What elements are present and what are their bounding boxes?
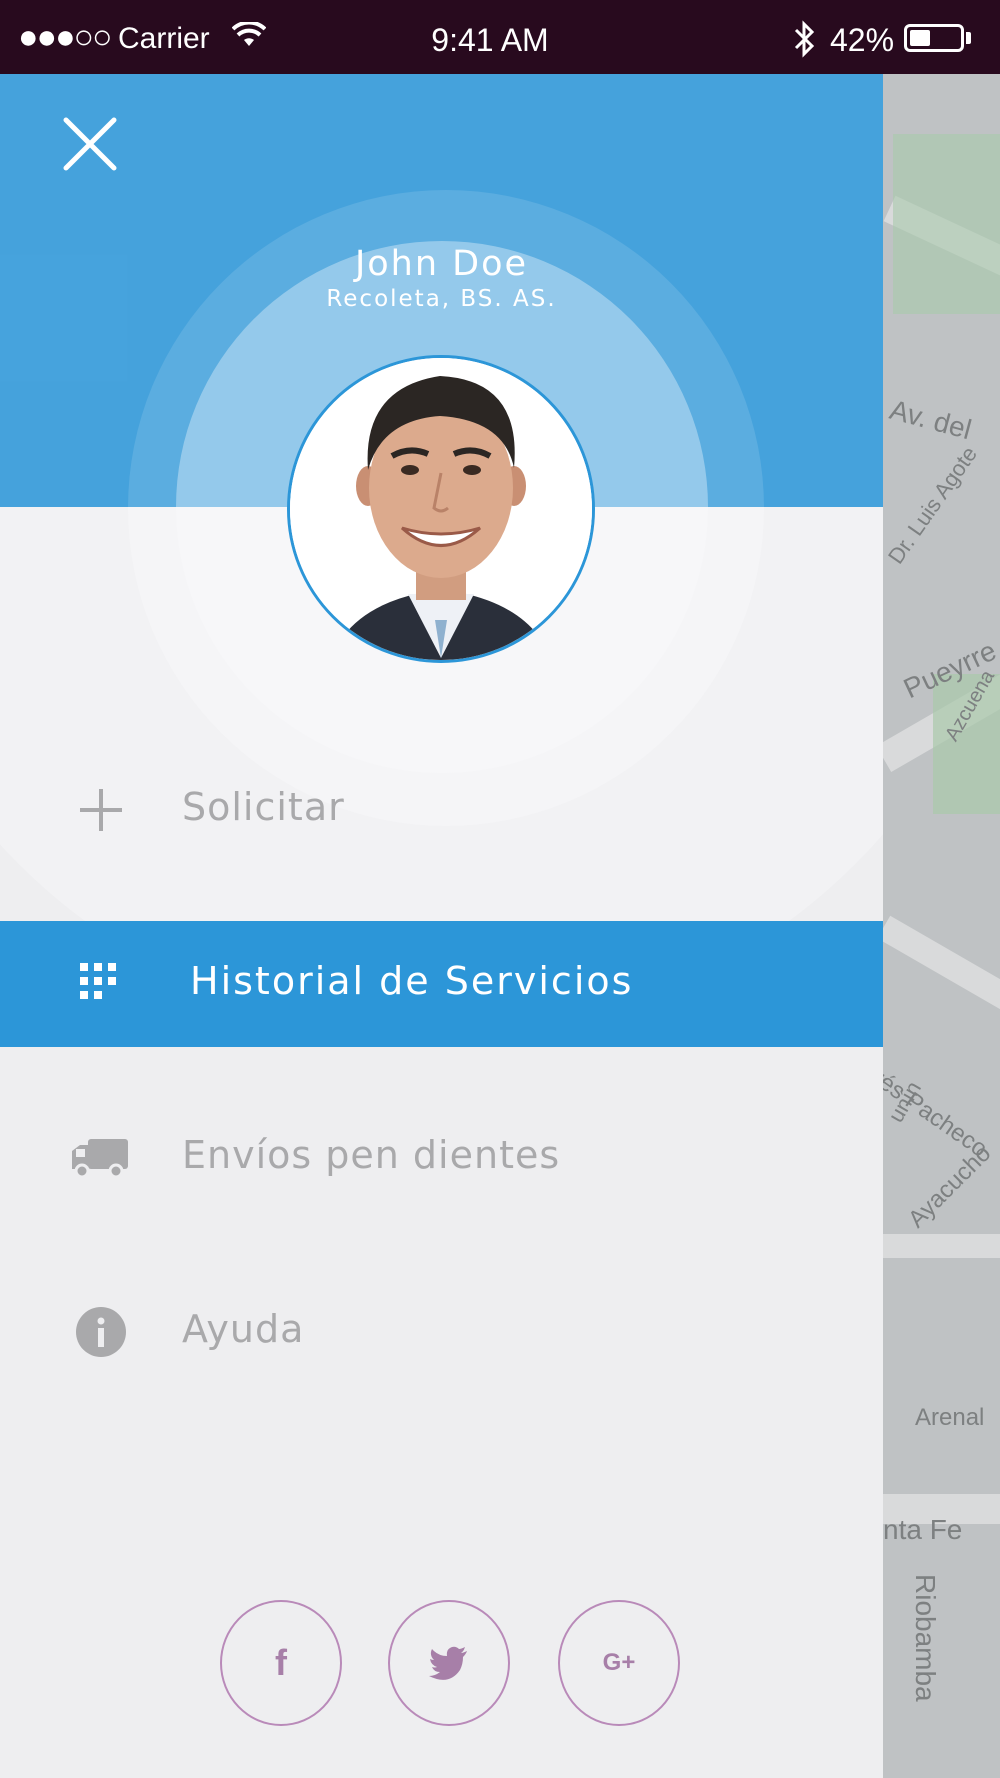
status-bar: ●●●○○ Carrier 9:41 AM 42% xyxy=(0,0,1000,74)
battery-fill xyxy=(910,30,930,46)
menu-item-label: Historial de Servicios xyxy=(190,959,634,1003)
menu-item-label: Ayuda xyxy=(182,1307,305,1351)
menu-item-envios-pendientes[interactable]: Envíos pen dientes xyxy=(0,1095,883,1221)
close-icon[interactable] xyxy=(62,116,118,172)
menu-item-solicitar[interactable]: Solicitar xyxy=(0,747,883,873)
twitter-bird-icon xyxy=(429,1646,467,1680)
battery-icon xyxy=(904,24,964,52)
battery-cap xyxy=(966,32,971,44)
map-road xyxy=(883,915,1000,1019)
menu-item-historial-de-servicios[interactable]: Historial de Servicios xyxy=(0,921,883,1047)
user-location: Recoleta, BS. AS. xyxy=(326,286,557,312)
info-icon xyxy=(76,1307,126,1357)
street-label: Riobamba xyxy=(910,1574,941,1702)
street-label: nta Fe xyxy=(883,1514,963,1545)
side-drawer: John Doe Recoleta, BS. AS. Solicitar His… xyxy=(0,74,883,1778)
plus-icon xyxy=(80,789,122,831)
facebook-button[interactable]: f xyxy=(220,1600,342,1726)
google-plus-button[interactable]: G+ xyxy=(558,1600,680,1726)
street-label: Dr. Luis Agote xyxy=(883,441,983,569)
map-road xyxy=(883,1234,1000,1258)
menu-item-label: Envíos pen dientes xyxy=(182,1133,561,1177)
street-label: Av. del xyxy=(886,393,975,446)
avatar[interactable] xyxy=(287,355,595,663)
map-park xyxy=(893,134,1000,314)
twitter-button[interactable] xyxy=(388,1600,510,1726)
grid-icon xyxy=(80,963,116,999)
map-background[interactable]: Av. del Dr. Luis Agote Pueyrre Azcuena r… xyxy=(883,74,1000,1778)
google-plus-icon: G+ xyxy=(602,1649,636,1676)
street-label: Ayacucho xyxy=(903,1139,997,1234)
menu-item-ayuda[interactable]: Ayuda xyxy=(0,1269,883,1395)
battery-percent: 42% xyxy=(830,22,895,58)
menu-item-label: Solicitar xyxy=(182,785,345,829)
bluetooth-icon xyxy=(794,20,815,58)
street-label: Arenal xyxy=(915,1404,985,1431)
user-name: John Doe xyxy=(354,244,529,284)
avatar-portrait xyxy=(290,358,592,660)
truck-icon xyxy=(72,1139,128,1179)
facebook-icon: f xyxy=(275,1642,287,1683)
